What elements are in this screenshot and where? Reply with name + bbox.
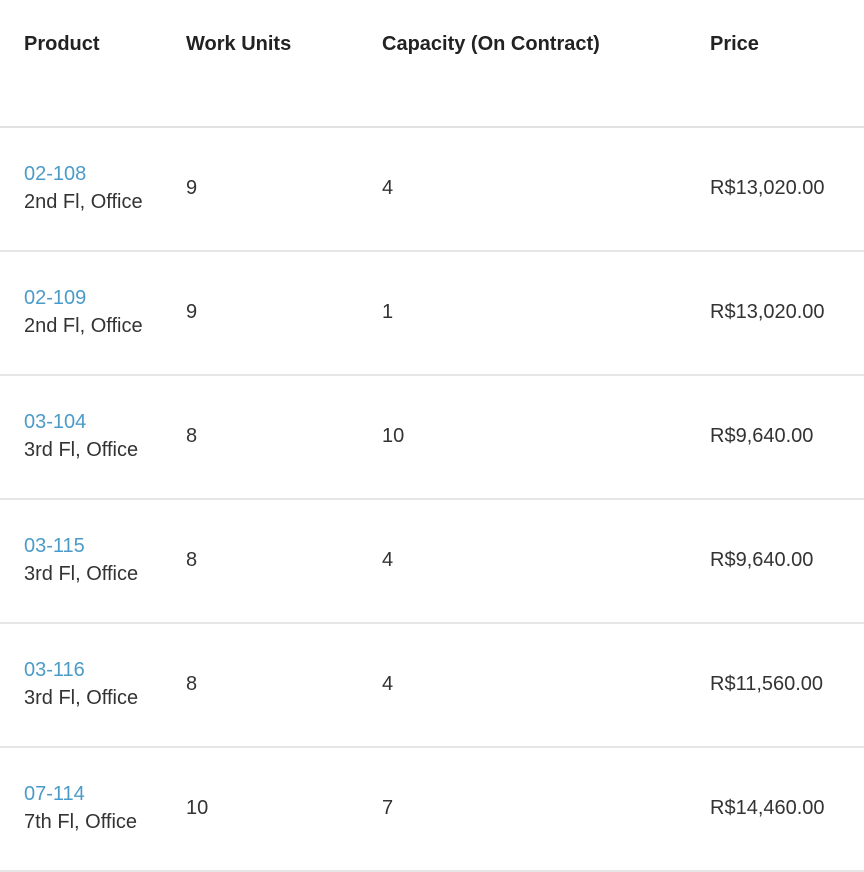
table-row: 03-104 3rd Fl, Office 8 10 R$9,640.00: [0, 375, 864, 500]
price-cell: R$13,020.00: [710, 127, 864, 252]
work-units-cell: 8: [186, 623, 382, 748]
header-work-units[interactable]: Work Units: [186, 0, 382, 128]
product-link[interactable]: 03-115: [24, 532, 186, 560]
product-link[interactable]: 03-104: [24, 408, 186, 436]
product-location: 2nd Fl, Office: [24, 315, 143, 337]
work-units-cell: 9: [186, 251, 382, 376]
product-link[interactable]: 03-116: [24, 656, 186, 684]
capacity-cell: 10: [382, 375, 710, 500]
price-cell: R$14,460.00: [710, 747, 864, 872]
capacity-cell: 1: [382, 251, 710, 376]
work-units-cell: 9: [186, 127, 382, 252]
work-units-cell: 8: [186, 375, 382, 500]
table-row: 02-108 2nd Fl, Office 9 4 R$13,020.00: [0, 127, 864, 252]
capacity-cell: 4: [382, 623, 710, 748]
header-capacity[interactable]: Capacity (On Contract): [382, 0, 710, 128]
product-link[interactable]: 02-108: [24, 160, 186, 188]
product-location: 3rd Fl, Office: [24, 563, 139, 585]
table-row: 03-116 3rd Fl, Office 8 4 R$11,560.00: [0, 623, 864, 748]
capacity-cell: 7: [382, 747, 710, 872]
table-row: 03-115 3rd Fl, Office 8 4 R$9,640.00: [0, 499, 864, 624]
price-cell: R$9,640.00: [710, 499, 864, 624]
product-cell: 03-104 3rd Fl, Office: [0, 375, 186, 500]
price-cell: R$9,640.00: [710, 375, 864, 500]
product-location: 2nd Fl, Office: [24, 191, 143, 213]
product-link[interactable]: 02-109: [24, 284, 186, 312]
product-location: 7th Fl, Office: [24, 811, 138, 833]
product-cell: 02-108 2nd Fl, Office: [0, 127, 186, 252]
product-cell: 03-116 3rd Fl, Office: [0, 623, 186, 748]
price-cell: R$13,020.00: [710, 251, 864, 376]
table-row: 02-109 2nd Fl, Office 9 1 R$13,020.00: [0, 251, 864, 376]
product-location: 3rd Fl, Office: [24, 687, 139, 709]
capacity-cell: 4: [382, 499, 710, 624]
header-price[interactable]: Price: [710, 0, 864, 128]
table-row: 07-114 7th Fl, Office 10 7 R$14,460.00: [0, 747, 864, 872]
price-cell: R$11,560.00: [710, 623, 864, 748]
product-cell: 03-115 3rd Fl, Office: [0, 499, 186, 624]
header-row: Product Work Units Capacity (On Contract…: [0, 0, 864, 128]
products-table: Product Work Units Capacity (On Contract…: [0, 0, 864, 872]
header-product[interactable]: Product: [0, 0, 186, 128]
work-units-cell: 10: [186, 747, 382, 872]
product-location: 3rd Fl, Office: [24, 439, 139, 461]
product-cell: 07-114 7th Fl, Office: [0, 747, 186, 872]
product-link[interactable]: 07-114: [24, 780, 186, 808]
product-cell: 02-109 2nd Fl, Office: [0, 251, 186, 376]
work-units-cell: 8: [186, 499, 382, 624]
capacity-cell: 4: [382, 127, 710, 252]
